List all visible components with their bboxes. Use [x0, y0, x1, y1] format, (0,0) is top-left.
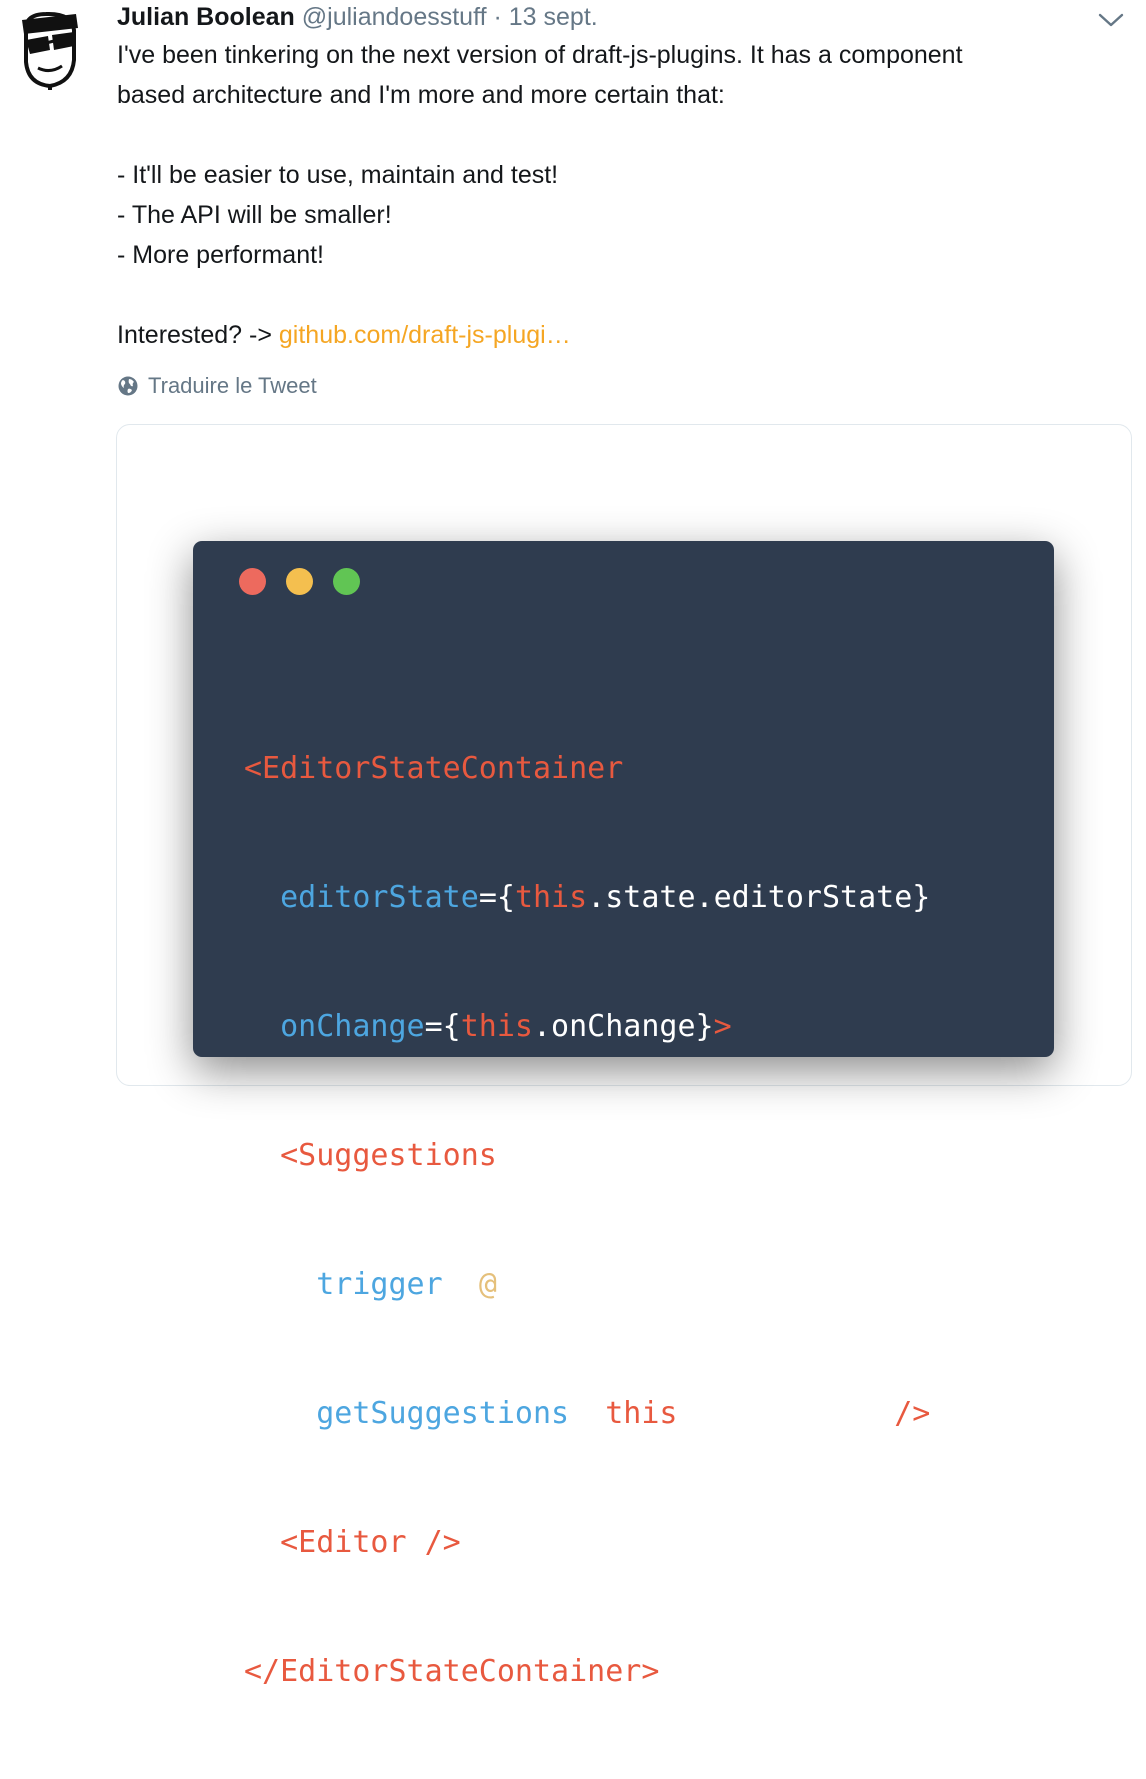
code-line: <Suggestions — [244, 1134, 930, 1177]
code-tag-close: /> — [894, 1396, 931, 1431]
code-attribute: getSuggestions — [316, 1396, 570, 1431]
tweet-cta-line: Interested? -> github.com/draft-js-plugi… — [117, 315, 1117, 355]
tweet-text-line: - The API will be smaller! — [117, 201, 392, 229]
tweet-menu-button[interactable] — [1096, 8, 1126, 30]
tweet-text-line: - More performant! — [117, 241, 325, 269]
tweet-text-line: - It'll be easier to use, maintain and t… — [117, 161, 559, 189]
header-separator: · — [493, 3, 502, 31]
window-minimize-dot — [286, 568, 313, 595]
code-expression: .fetchUsers} — [677, 1396, 895, 1431]
code-line: <EditorStateContainer — [244, 747, 930, 790]
code-line: <Editor /> — [244, 1521, 930, 1564]
author-handle[interactable]: @juliandoesstuff — [302, 3, 487, 31]
avatar[interactable] — [12, 10, 84, 90]
tweet-text-line: based architecture and I'm more and more… — [117, 81, 725, 109]
code-expression: .state.editorState} — [587, 880, 931, 915]
code-tag-close: > — [713, 1009, 732, 1044]
code-expression: .onChange} — [533, 1009, 714, 1044]
code-tag: </EditorStateContainer> — [244, 1654, 660, 1689]
code-keyword: this — [460, 1009, 533, 1044]
code-punctuation: ={ — [569, 1396, 606, 1431]
globe-icon — [118, 376, 138, 396]
code-attribute: trigger — [316, 1267, 443, 1302]
tweet-header: Julian Boolean @juliandoesstuff · 13 sep… — [117, 1, 598, 33]
code-punctuation: ={ — [478, 880, 515, 915]
code-attribute: editorState — [280, 880, 479, 915]
cta-prefix: Interested? -> — [117, 321, 279, 349]
avatar-face-icon — [22, 11, 78, 90]
translate-tweet-button[interactable]: Traduire le Tweet — [117, 371, 317, 401]
translate-label: Traduire le Tweet — [148, 373, 317, 398]
code-line: editorState={this.state.editorState} — [244, 876, 930, 919]
tweet-date[interactable]: 13 sept. — [509, 3, 598, 31]
code-string: @ — [478, 1267, 497, 1302]
code-keyword: this — [514, 880, 588, 915]
code-keyword: this — [605, 1396, 678, 1431]
code-line: getSuggestions={this.fetchUsers}/> — [244, 1392, 930, 1435]
code-tag: <Suggestions — [280, 1138, 497, 1173]
code-punctuation: ={ — [424, 1009, 461, 1044]
code-tag: <EditorStateContainer — [244, 751, 624, 786]
code-attribute: onChange — [280, 1009, 425, 1044]
author-name[interactable]: Julian Boolean — [117, 3, 295, 31]
window-close-dot — [239, 568, 266, 595]
code-punctuation: " — [496, 1267, 515, 1302]
code-line: </EditorStateContainer> — [244, 1650, 930, 1693]
github-link[interactable]: github.com/draft-js-plugi… — [279, 321, 571, 349]
tweet-text-line: I've been tinkering on the next version … — [117, 41, 963, 69]
window-maximize-dot — [333, 568, 360, 595]
code-punctuation: =" — [442, 1267, 479, 1302]
code-screenshot: <EditorStateContainer editorState={this.… — [193, 541, 1054, 1689]
code-block: <EditorStateContainer editorState={this.… — [244, 661, 930, 1779]
tweet-text: I've been tinkering on the next version … — [117, 35, 1117, 355]
chevron-down-icon — [1098, 13, 1124, 27]
code-line: onChange={this.onChange}> — [244, 1005, 930, 1048]
code-line: trigger="@" — [244, 1263, 930, 1306]
code-tag: <Editor /> — [280, 1525, 461, 1560]
